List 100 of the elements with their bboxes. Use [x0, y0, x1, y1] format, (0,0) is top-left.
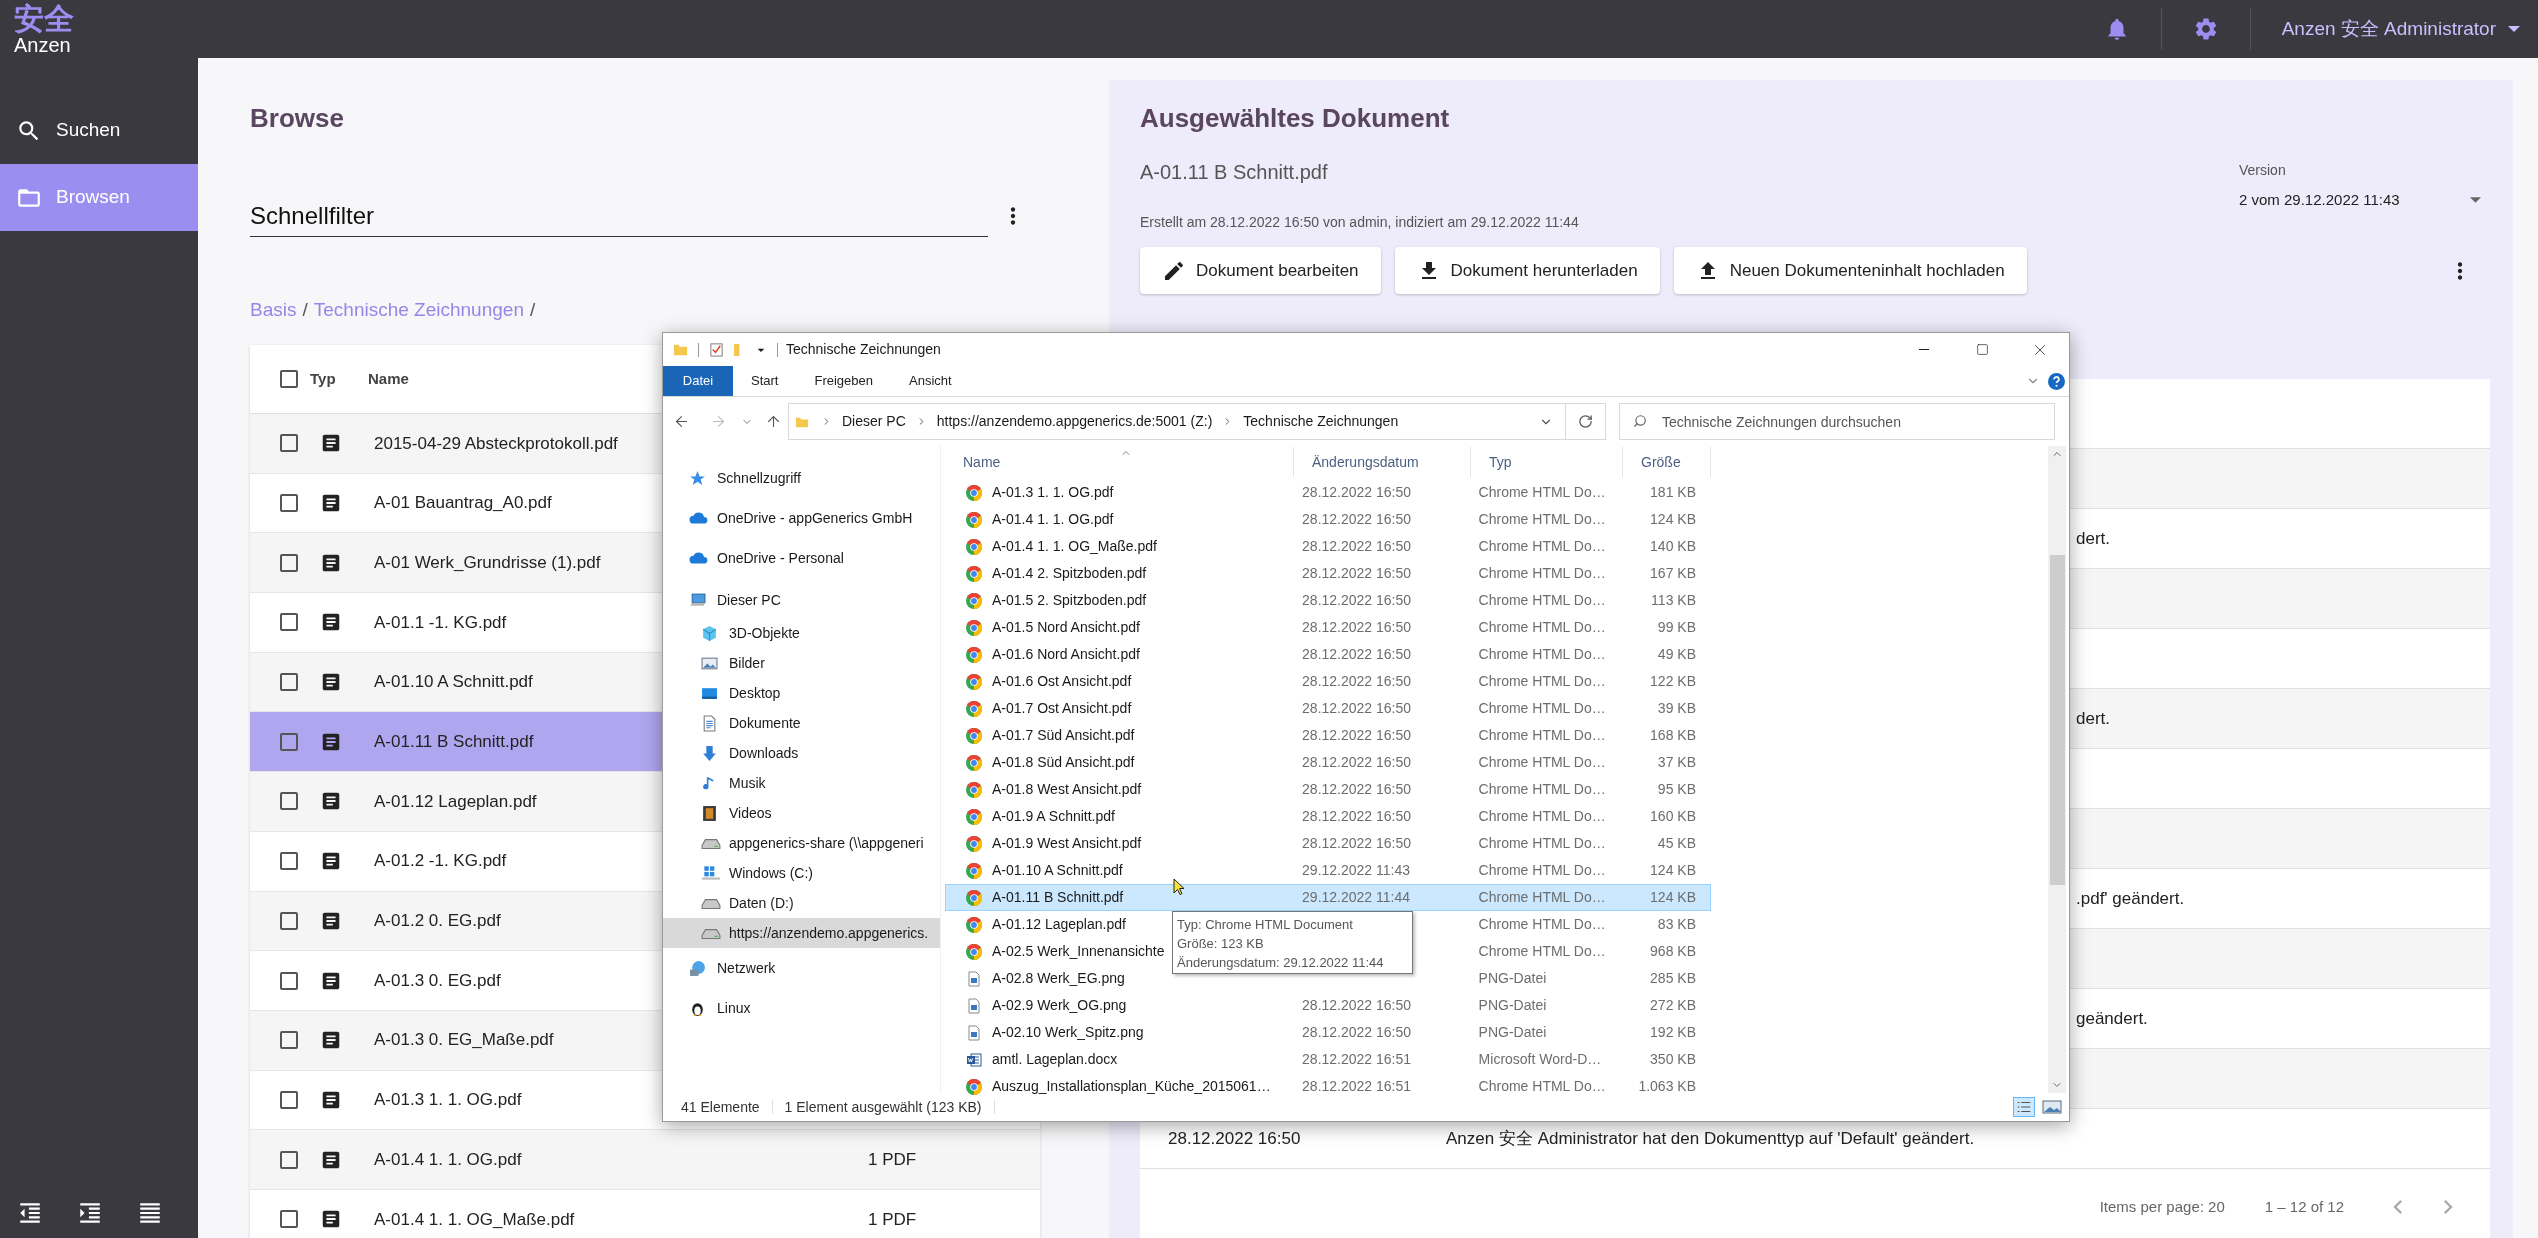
checkbox[interactable] [280, 553, 298, 572]
checkbox[interactable] [280, 613, 298, 632]
checkbox[interactable] [280, 792, 298, 811]
file-name[interactable]: A-01.5 Nord Ansicht.pdf [992, 617, 1140, 638]
ribbon-tab[interactable]: Datei [663, 366, 733, 396]
file-name[interactable]: A-01.4 1. 1. OG.pdf [992, 509, 1114, 530]
ribbon-tab[interactable]: Freigeben [796, 366, 891, 396]
nav-item[interactable]: appgenerics-share (\\appgeneri [663, 828, 940, 858]
file-name[interactable]: A-01.3 1. 1. OG.pdf [992, 482, 1114, 503]
file-name[interactable]: A-02.5 Werk_Innenansichte [992, 941, 1165, 962]
nav-item[interactable]: OneDrive - appGenerics GmbH [663, 498, 940, 538]
action-button[interactable]: Dokument herunterladen [1394, 247, 1660, 294]
table-row[interactable]: 2015-04-29 Absteckprotokoll.pdf [250, 414, 660, 473]
quick-filter-field[interactable]: Schnellfilter [250, 195, 988, 237]
nav-item[interactable]: Desktop [663, 678, 940, 708]
table-row[interactable]: A-01.2 0. EG.pdf [250, 891, 660, 951]
back-icon[interactable] [673, 413, 690, 430]
file-name[interactable]: A-02.10 Werk_Spitz.png [992, 1022, 1144, 1043]
table-row[interactable]: A-01.4 1. 1. OG_Maße.pdf [250, 1189, 660, 1238]
file-name[interactable]: A-01.4 1. 1. OG_Maße.pdf [992, 536, 1157, 557]
checkbox[interactable] [280, 911, 298, 930]
table-row[interactable]: A-01.10 A Schnitt.pdf [250, 652, 660, 712]
file-name[interactable]: A-01.6 Ost Ansicht.pdf [992, 671, 1132, 692]
nav-item[interactable]: Bilder [663, 648, 940, 678]
nav-item[interactable]: Daten (D:) [663, 888, 940, 918]
up-icon[interactable] [765, 413, 782, 430]
ribbon-tab[interactable]: Start [733, 366, 797, 396]
table-row[interactable]: A-01.3 1. 1. OG.pdf [250, 1070, 660, 1130]
table-row[interactable]: A-01 Werk_Grundrisse (1).pdf [250, 533, 660, 593]
nav-item[interactable]: Videos [663, 798, 940, 828]
large-icons-view-icon[interactable] [2041, 1097, 2063, 1117]
checkbox[interactable] [280, 1031, 298, 1050]
column-header[interactable]: Änderungsdatum [1294, 447, 1471, 477]
help-icon[interactable] [2048, 372, 2065, 390]
scrollbar[interactable] [2048, 446, 2066, 1093]
column-header[interactable]: Name [368, 367, 409, 391]
column-header[interactable]: Größe [1623, 447, 1711, 477]
nav-item[interactable]: Windows (C:) [663, 858, 940, 888]
list-view-icon[interactable] [137, 1200, 163, 1226]
table-row[interactable]: A-01.12 Lageplan.pdf [250, 772, 660, 831]
checkbox[interactable] [280, 1090, 298, 1109]
nav-item[interactable]: 3D-Objekte [663, 618, 940, 648]
file-name[interactable]: A-02.8 Werk_EG.png [992, 968, 1125, 989]
file-name[interactable]: A-01.5 2. Spitzboden.pdf [992, 590, 1147, 611]
file-name[interactable]: A-01.8 West Ansicht.pdf [992, 779, 1142, 800]
checkbox[interactable] [280, 852, 298, 871]
nav-item[interactable]: OneDrive - Personal [663, 538, 940, 578]
checkbox[interactable] [280, 732, 298, 751]
nav-item[interactable]: Dokumente [663, 708, 940, 738]
address-segment[interactable]: Dieser PC [842, 411, 906, 432]
file-name[interactable]: A-01.7 Süd Ansicht.pdf [992, 725, 1135, 746]
table-row[interactable]: A-01.3 0. EG_Maße.pdf [250, 1010, 660, 1070]
file-name[interactable]: A-01.4 2. Spitzboden.pdf [992, 563, 1147, 584]
action-button[interactable]: Dokument bearbeiten [1140, 247, 1381, 294]
column-header[interactable]: Name [945, 447, 1294, 477]
address-bar[interactable]: Dieser PC https://anzendemo.appgenerics.de:5001 (Z:) Technische Zeichnungen [788, 403, 1566, 440]
table-row[interactable]: A-01.4 1. 1. OG.pdf [250, 1130, 660, 1189]
file-name[interactable]: A-01.9 A Schnitt.pdf [992, 806, 1115, 827]
file-name[interactable]: A-01.7 Ost Ansicht.pdf [992, 698, 1132, 719]
address-segment[interactable]: Technische Zeichnungen [1243, 411, 1399, 432]
details-view-icon[interactable] [2013, 1097, 2035, 1117]
checkbox[interactable] [280, 370, 298, 388]
file-name[interactable]: A-02.9 Werk_OG.png [992, 995, 1127, 1016]
checkbox[interactable] [280, 673, 298, 692]
file-name[interactable]: amtl. Lageplan.docx [992, 1049, 1118, 1070]
column-header[interactable]: Typ [310, 367, 350, 391]
file-name[interactable]: A-01.12 Lageplan.pdf [992, 914, 1126, 935]
nav-item[interactable]: Schnellzugriff [663, 458, 940, 498]
nav-item[interactable]: Musik [663, 768, 940, 798]
address-segment[interactable]: https://anzendemo.appgenerics.de:5001 (Z:) [936, 411, 1213, 432]
nav-item[interactable]: https://anzendemo.appgenerics. [663, 918, 940, 948]
table-row[interactable]: A-01.3 0. EG.pdf [250, 951, 660, 1010]
checkbox[interactable] [280, 971, 298, 990]
file-name[interactable]: A-01.8 Süd Ansicht.pdf [992, 752, 1135, 773]
file-name[interactable]: A-01.6 Nord Ansicht.pdf [992, 644, 1140, 665]
file-name[interactable]: A-01.10 A Schnitt.pdf [992, 860, 1123, 881]
checkbox[interactable] [280, 434, 298, 453]
action-button[interactable]: Neuen Dokumenteninhalt hochladen [1673, 247, 2027, 294]
checkbox[interactable] [280, 1210, 298, 1229]
version-select[interactable]: 2 vom 29.12.2022 11:43 [2239, 189, 2489, 212]
table-row[interactable]: A-01.1 -1. KG.pdf [250, 593, 660, 652]
ribbon-tab[interactable]: Ansicht [891, 366, 970, 396]
collapse-sidebar-icon[interactable] [17, 1200, 43, 1226]
checklist-icon[interactable] [709, 342, 724, 357]
search-field[interactable]: Technische Zeichnungen durchsuchen [1619, 403, 2055, 440]
nav-item[interactable]: Dieser PC [663, 582, 940, 618]
expand-sidebar-icon[interactable] [77, 1200, 103, 1226]
file-row[interactable]: A-01.11 B Schnitt.pdf 29.12.2022 11:44 Chrome HTML Do… 124 KB [945, 884, 1711, 911]
scrollbar-thumb[interactable] [2049, 554, 2065, 885]
checkbox[interactable] [280, 1150, 298, 1169]
table-row[interactable]: A-01.2 -1. KG.pdf [250, 831, 660, 891]
nav-item[interactable]: Netzwerk [663, 948, 940, 988]
refresh-button[interactable] [1566, 403, 1606, 440]
table-row[interactable]: A-01.11 B Schnitt.pdf [250, 712, 660, 772]
file-name[interactable]: Auszug_Installationsplan_Küche_2015061… [992, 1076, 1271, 1097]
checkbox[interactable] [280, 494, 298, 513]
sidebar-item[interactable]: Suchen [0, 97, 198, 164]
table-row[interactable]: A-01 Bauantrag_A0.pdf [250, 473, 660, 533]
user-menu[interactable]: Anzen 安全 Administrator [2281, 14, 2520, 44]
nav-item[interactable]: Linux [663, 988, 940, 1028]
